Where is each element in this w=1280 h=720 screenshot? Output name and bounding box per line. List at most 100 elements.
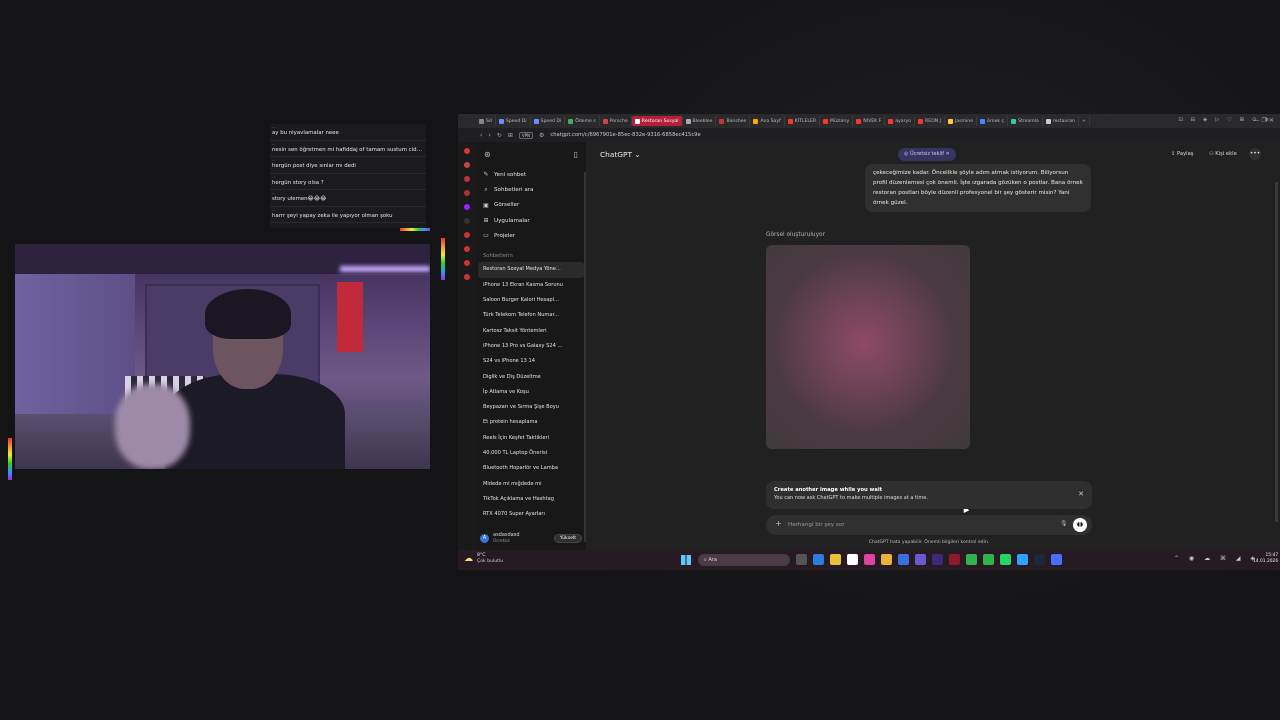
browser-tab[interactable]: Restoran Sosyal [631,116,683,126]
sidebar-images[interactable]: ▣ Görseller [482,198,580,213]
taskbar-app-icon[interactable] [983,554,994,565]
toggle-sidebar-icon[interactable]: ▯ [574,150,578,159]
taskbar-app-icon[interactable] [847,554,858,565]
browser-tab[interactable]: REON J [915,116,945,126]
browser-tab[interactable]: KITLELER [785,116,821,126]
speed-dial-icon[interactable]: ⊞ [508,132,513,139]
taskbar-app-icon[interactable] [1034,554,1045,565]
avatar[interactable]: A [480,533,489,543]
taskbar-app-icon[interactable] [1051,554,1062,565]
taskbar-app-icon[interactable] [949,554,960,565]
sidebar-chat-item[interactable]: Reels İçin Keşfet Taktikleri [478,431,584,446]
sidebar-projects[interactable]: ▭ Projeler [482,228,580,243]
youtube-icon[interactable] [464,176,470,182]
browser-tab[interactable]: Speed Di [531,116,566,126]
taskbar-app-icon[interactable] [932,554,943,565]
sidebar-chat-item[interactable]: Et protein hesaplama [478,415,584,430]
bookmark-icon[interactable] [464,190,470,196]
sidebar-chat-item[interactable]: İp Atlama ve Koşu [478,385,584,400]
microphone-icon[interactable]: 🎙 [1060,520,1068,527]
clock-date: 14.01.2026 [1253,559,1279,564]
sidebar-chat-item[interactable]: Türk Telekom Telefon Numar... [478,308,584,323]
taskbar-app-icon[interactable] [881,554,892,565]
browser-tab[interactable]: Streamla [1008,116,1043,126]
browser-tab[interactable]: Porsche [600,116,632,126]
chat-scrollbar[interactable] [1275,182,1278,522]
sidebar-search-chats[interactable]: ⌕ Sohbetleri ara [482,182,580,197]
sidebar-chat-item[interactable]: Bluetooth Hoparlör ve Lamba [478,461,584,476]
composer: + 🎙 ◖◗ [766,515,1092,535]
taskbar-app-icon[interactable] [1000,554,1011,565]
browser-tab[interactable]: örnek ç [977,116,1009,126]
browser-tab[interactable]: Jasmine [945,116,978,126]
extensions-icon[interactable] [464,260,470,266]
upgrade-button[interactable]: Yükselt [553,533,582,543]
browser-tab[interactable]: Bleeblee [683,116,717,126]
history-icon[interactable] [464,232,470,238]
new-tab-icon[interactable]: + [1079,116,1090,126]
url-field[interactable]: chatgpt.com/c/6967901e-85ec-832e-9316-68… [550,132,700,138]
banner-close-icon[interactable]: ✕ [1078,490,1084,498]
system-tray[interactable]: ⌃ ◉ ☁ ⌘ ◢ ◈ [1174,555,1259,562]
taskbar-app-icon[interactable] [915,554,926,565]
browser-tab[interactable]: ayaryo [885,116,916,126]
sidebar-apps[interactable]: ⊞ Uygulamalar [482,213,580,228]
browser-toolbar-icons[interactable]: ⊡ ⊟ ◈ ▷ ♡ ⊞ ⊙ ≡ [1178,117,1272,123]
messenger-icon[interactable] [464,162,470,168]
site-info-icon[interactable]: ⚙ [539,132,544,139]
sidebar-chat-item[interactable]: Diglik ve Diş Düzeltme [478,370,584,385]
browser-tab[interactable]: Banshee [716,116,751,126]
weather-widget[interactable]: ☁ 8°C Çok bulutlu [464,553,503,565]
browser-tab[interactable]: Speed Di [496,116,531,126]
browser-tab[interactable]: Müzlarıy [820,116,854,126]
voice-mode-button[interactable]: ◖◗ [1073,518,1087,532]
more-options-button[interactable]: ••• [1249,148,1261,160]
sidebar-chat-item[interactable]: Beypazarı ve Sırma Şişe Boyu [478,400,584,415]
user-profile[interactable]: A asdasdasd Ücretsiz Yükselt [480,530,582,546]
prompt-input[interactable] [788,515,1038,535]
browser-tab-bar: Sd Speed Di Speed Di Ödeme s Porsche Restoran… [458,114,1280,128]
sidebar-chat-item[interactable]: TikTok Açıklama ve Hashtag [478,492,584,507]
forward-icon[interactable]: › [488,132,490,139]
taskbar-app-icon[interactable] [898,554,909,565]
sidebar-chat-item[interactable]: Kartosz Taksit Yöntemleri [478,324,584,339]
sidebar-chat-item[interactable]: S24 vs iPhone 13 14 [478,354,584,369]
taskbar-app-icon[interactable] [830,554,841,565]
browser-tab[interactable]: restauran [1043,116,1079,126]
taskbar-app-icon[interactable] [864,554,875,565]
twitch-icon[interactable] [464,204,470,210]
sidebar-chat-item[interactable]: iPhone 13 Pro vs Galaxy S24 ... [478,339,584,354]
taskbar-app-icon[interactable] [813,554,824,565]
sidebar-chat-item[interactable]: RTX 4070 Super Ayarları [478,507,584,522]
attach-plus-icon[interactable]: + [775,519,782,528]
windows-start-icon[interactable] [681,555,691,565]
clock-icon[interactable] [464,246,470,252]
chatgpt-logo-icon[interactable]: ⊛ [484,150,491,159]
reload-icon[interactable]: ↻ [497,132,502,139]
vpn-badge[interactable]: VPN [518,131,534,139]
taskbar-clock[interactable]: 15:47 14.01.2026 [1253,553,1278,565]
taskbar-app-icon[interactable] [966,554,977,565]
share-button[interactable]: ⇪ Paylaş [1171,151,1193,157]
sidebar-chat-item[interactable]: 40.000 TL Laptop Önerisi [478,446,584,461]
browser-tab[interactable]: Sd [476,116,496,126]
sidebar-new-chat[interactable]: ✎ Yeni sohbet [482,167,580,182]
browser-tab[interactable]: Ana Sayf [750,116,785,126]
generated-image-placeholder[interactable] [766,245,970,513]
sidebar-separator-icon [464,218,470,224]
add-person-button[interactable]: ⚇ Kişi ekle [1209,151,1237,157]
taskbar-search[interactable]: ⌕ Ara [698,554,790,566]
sidebar-chat-item[interactable]: Restoran Sosyal Medya Yöne... [478,262,584,278]
browser-tab[interactable]: NIVEK F [853,116,886,126]
model-selector[interactable]: ChatGPT ⌄ [600,150,641,159]
taskbar-app-icon[interactable] [1017,554,1028,565]
settings-icon[interactable] [464,274,470,280]
opera-icon[interactable] [464,148,470,154]
browser-tab[interactable]: Ödeme s [565,116,600,126]
back-icon[interactable]: ‹ [480,132,482,139]
sidebar-chat-item[interactable]: iPhone 13 Ekran Kasma Sorunu [478,278,584,293]
sidebar-chat-item[interactable]: Midede mi mığdede mi [478,477,584,492]
sidebar-chat-item[interactable]: Saloon Burger Kalori Hesapl... [478,293,584,308]
free-offer-badge[interactable]: ◎ Ücretsiz teklif ✕ [898,148,956,161]
taskbar-app-icon[interactable] [796,554,807,565]
